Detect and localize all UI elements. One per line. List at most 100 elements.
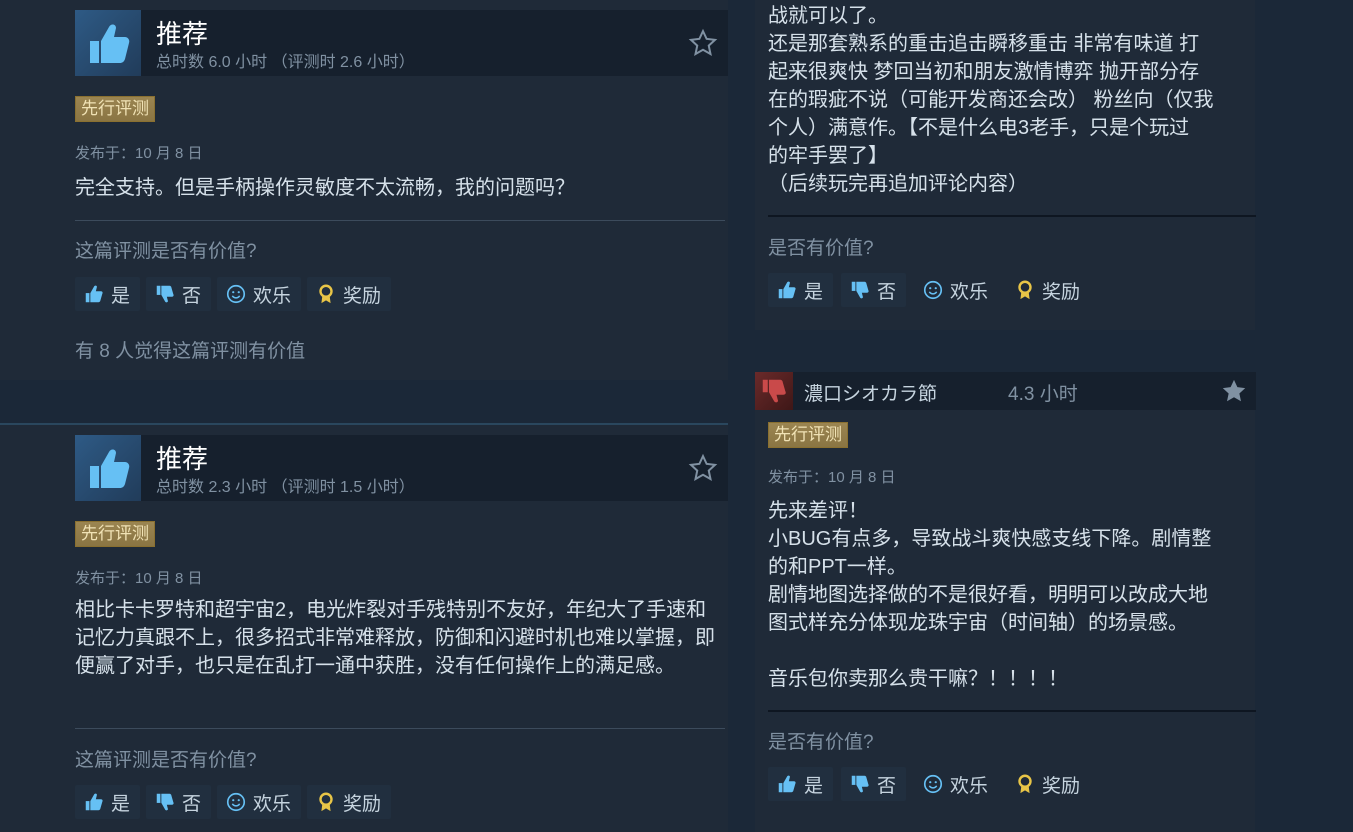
no-label: 否: [877, 775, 897, 797]
vote-no-button[interactable]: 否: [841, 273, 907, 307]
review-header: 推荐 总时数 6.0 小时 （评测时 2.6 小时）: [75, 10, 728, 76]
funny-label: 欢乐: [950, 775, 989, 797]
yes-label: 是: [804, 775, 824, 797]
divider: [75, 728, 725, 729]
review-verdict[interactable]: 推荐: [156, 439, 208, 476]
yes-label: 是: [111, 285, 131, 307]
content-line: 音乐包你卖那么贵干嘛？！！！！: [768, 668, 1068, 690]
yes-label: 是: [111, 793, 131, 815]
helpful-question: 这篇评测是否有价值?: [75, 750, 257, 771]
helpful-question: 是否有价值?: [768, 238, 874, 259]
vote-yes-button[interactable]: 是: [75, 277, 141, 311]
vote-no-button[interactable]: 否: [146, 277, 212, 311]
award-icon: [319, 792, 333, 812]
content-line: 还是那套熟系的重击追击瞬移重击 非常有味道 打: [768, 33, 1200, 55]
star-icon[interactable]: [1220, 377, 1248, 405]
playtime: 总时数 6.0 小时 （评测时 2.6 小时）: [156, 54, 415, 71]
early-access-badge: 先行评测: [75, 96, 155, 122]
vote-funny-button[interactable]: 欢乐: [217, 785, 302, 819]
funny-label: 欢乐: [253, 793, 292, 815]
smiley-icon: [226, 792, 246, 812]
no-label: 否: [877, 281, 897, 303]
thumbs-down-icon: [156, 793, 174, 811]
vote-buttons: 是 否 欢乐 奖励: [75, 277, 392, 311]
review-content: 先来差评！ 小BUG有点多，导致战斗爽快感支线下降。剧情整 的和PPT一样。 剧…: [768, 497, 1248, 693]
content-line: 的牢手罢了】: [768, 145, 888, 167]
review-card: 推荐 总时数 2.3 小时 （评测时 1.5 小时） 先行评测 发布于：10 月…: [0, 425, 728, 832]
review-verdict[interactable]: 推荐: [156, 14, 208, 51]
yes-label: 是: [804, 281, 824, 303]
no-label: 否: [182, 285, 202, 307]
content-line: 战就可以了。: [768, 5, 888, 27]
content-line: 在的瑕疵不说（可能开发商还会改） 粉丝向（仅我: [768, 89, 1214, 111]
divider: [768, 215, 1256, 217]
award-button[interactable]: 奖励: [1006, 273, 1090, 307]
thumbs-down-icon: [156, 285, 174, 303]
award-label: 奖励: [1042, 281, 1081, 303]
playtime: 总时数 2.3 小时 （评测时 1.5 小时）: [156, 479, 415, 496]
star-icon[interactable]: [688, 453, 718, 483]
award-label: 奖励: [343, 285, 382, 307]
thumbs-up-icon: [778, 281, 796, 299]
thumbs-up-icon: [778, 775, 796, 793]
thumbs-up-icon: [85, 793, 103, 811]
award-icon: [319, 284, 333, 304]
helpful-question: 这篇评测是否有价值?: [75, 241, 257, 262]
thumbs-down-icon: [851, 775, 869, 793]
vote-funny-button[interactable]: 欢乐: [914, 767, 998, 801]
review-card: 推荐 总时数 6.0 小时 （评测时 2.6 小时） 先行评测 发布于：10 月…: [0, 0, 728, 380]
award-button[interactable]: 奖励: [1006, 767, 1090, 801]
funny-label: 欢乐: [253, 285, 292, 307]
no-label: 否: [182, 793, 202, 815]
award-button[interactable]: 奖励: [307, 785, 392, 819]
smiley-icon: [923, 280, 943, 300]
vote-no-button[interactable]: 否: [146, 785, 212, 819]
thumbs-up-icon: [85, 285, 103, 303]
thumbs-up-icon: [75, 10, 141, 76]
review-content: 完全支持。但是手柄操作灵敏度不太流畅，我的问题吗？: [75, 177, 575, 199]
award-label: 奖励: [343, 793, 382, 815]
vote-buttons: 是 否 欢乐 奖励: [75, 785, 392, 819]
content-line: 图式样充分体现龙珠宇宙（时间轴）的场景感。: [768, 612, 1188, 634]
helpful-question: 是否有价值?: [768, 732, 874, 753]
thumbs-up-icon: [75, 435, 141, 501]
early-access-badge: 先行评测: [768, 422, 848, 448]
content-line: 剧情地图选择做的不是很好看，明明可以改成大地: [768, 584, 1208, 606]
helpful-count: 有 8 人觉得这篇评测有价值: [75, 341, 306, 362]
vote-yes-button[interactable]: 是: [768, 273, 834, 307]
thumbs-down-icon: [755, 372, 793, 410]
vote-funny-button[interactable]: 欢乐: [914, 273, 998, 307]
award-icon: [1018, 280, 1032, 300]
reviewer-name[interactable]: 濃口シオカラ節: [804, 379, 937, 406]
content-line: [768, 637, 1248, 665]
vote-yes-button[interactable]: 是: [768, 767, 834, 801]
posted-date: 发布于：10 月 8 日: [768, 469, 896, 486]
review-page: 推荐 总时数 6.0 小时 （评测时 2.6 小时） 先行评测 发布于：10 月…: [0, 0, 1353, 832]
funny-label: 欢乐: [950, 281, 989, 303]
early-access-badge: 先行评测: [75, 521, 155, 547]
thumbs-down-icon: [851, 281, 869, 299]
vote-funny-button[interactable]: 欢乐: [217, 277, 302, 311]
smiley-icon: [226, 284, 246, 304]
review-header: 濃口シオカラ節 4.3 小时: [755, 372, 1256, 410]
smiley-icon: [923, 774, 943, 794]
review-content: 战就可以了。 还是那套熟系的重击追击瞬移重击 非常有味道 打 起来很爽快 梦回当…: [768, 2, 1248, 198]
vote-no-button[interactable]: 否: [841, 767, 907, 801]
review-header: 推荐 总时数 2.3 小时 （评测时 1.5 小时）: [75, 435, 728, 501]
award-button[interactable]: 奖励: [307, 277, 392, 311]
award-label: 奖励: [1042, 775, 1081, 797]
content-line: 小BUG有点多，导致战斗爽快感支线下降。剧情整: [768, 528, 1212, 550]
review-content: 相比卡卡罗特和超宇宙2，电光炸裂对手残特别不友好，年纪大了手速和记忆力真跟不上，…: [75, 599, 715, 677]
vote-buttons: 是 否 欢乐 奖励: [768, 273, 1090, 307]
posted-date: 发布于：10 月 8 日: [75, 145, 203, 162]
content-line: 个人）满意作。【不是什么电3老手，只是个玩过: [768, 117, 1190, 139]
award-icon: [1018, 774, 1032, 794]
divider: [768, 710, 1256, 712]
content-line: （后续玩完再追加评论内容）: [768, 173, 1028, 195]
content-line: 先来差评！: [768, 500, 868, 522]
vote-yes-button[interactable]: 是: [75, 785, 141, 819]
posted-date: 发布于：10 月 8 日: [75, 570, 203, 587]
content-line: 起来很爽快 梦回当初和朋友激情博弈 抛开部分存: [768, 61, 1200, 83]
star-icon[interactable]: [688, 28, 718, 58]
divider: [75, 220, 725, 221]
